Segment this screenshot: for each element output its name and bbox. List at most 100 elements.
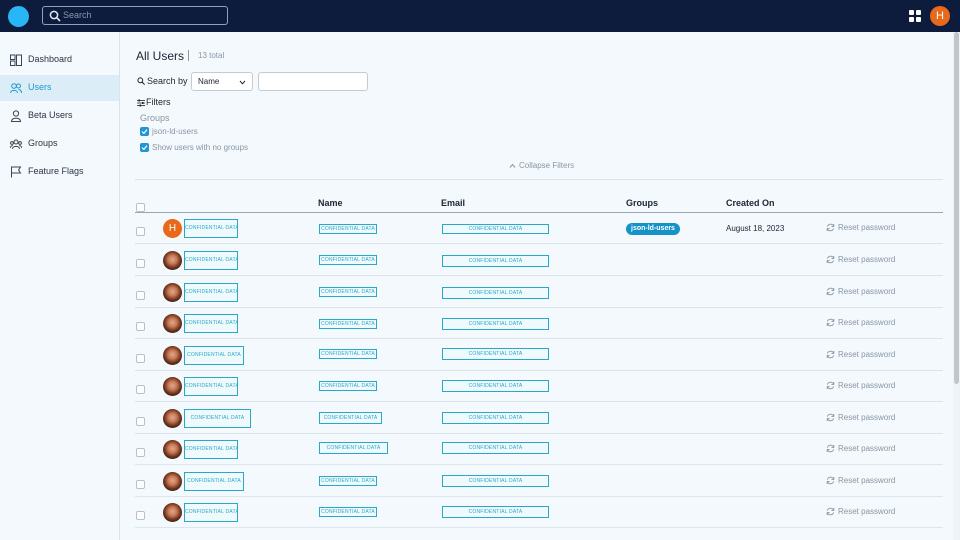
row-checkbox[interactable] [136, 354, 145, 363]
redacted-name: CONFIDENTIAL DATA [319, 507, 377, 517]
sidebar-item-users[interactable]: Users [0, 75, 119, 101]
redacted-email: CONFIDENTIAL DATA [442, 287, 549, 299]
filters-icon [137, 99, 145, 107]
column-header-created-on[interactable]: Created On [726, 198, 775, 208]
reset-password-button[interactable]: Reset password [838, 318, 895, 327]
sidebar-item-groups[interactable]: Groups [0, 131, 119, 157]
table-row[interactable]: CONFIDENTIAL DATA CONFIDENTIAL DATA CONF… [135, 340, 943, 371]
redacted-name: CONFIDENTIAL DATA [319, 287, 377, 297]
row-checkbox[interactable] [136, 227, 145, 236]
reset-password-button[interactable]: Reset password [838, 350, 895, 359]
redacted-email: CONFIDENTIAL DATA [442, 255, 549, 267]
table-row[interactable]: CONFIDENTIAL DATA CONFIDENTIAL DATA CONF… [135, 497, 943, 528]
check-icon [141, 129, 148, 135]
redacted-username: CONFIDENTIAL DATA [184, 472, 244, 491]
table-row[interactable]: CONFIDENTIAL DATA CONFIDENTIAL DATA CONF… [135, 466, 943, 497]
row-checkbox[interactable] [136, 417, 145, 426]
redacted-name: CONFIDENTIAL DATA [319, 319, 377, 329]
refresh-icon [826, 476, 835, 485]
reset-password-button[interactable]: Reset password [838, 476, 895, 485]
page-title: All Users [136, 49, 185, 63]
sidebar-item-dashboard[interactable]: Dashboard [0, 47, 119, 73]
chevron-up-icon [509, 163, 516, 168]
reset-password-button[interactable]: Reset password [838, 287, 895, 296]
apps-grid-icon[interactable] [909, 10, 921, 22]
sidebar-item-label: Feature Flags [28, 166, 84, 176]
refresh-icon [826, 350, 835, 359]
app-logo[interactable] [8, 6, 29, 27]
redacted-email: CONFIDENTIAL DATA [442, 506, 549, 518]
redacted-username: CONFIDENTIAL DATA [184, 314, 238, 333]
check-icon [141, 145, 148, 151]
dashboard-icon [10, 54, 22, 66]
reset-password-button[interactable]: Reset password [838, 381, 895, 390]
row-checkbox[interactable] [136, 448, 145, 457]
sidebar-item-label: Beta Users [28, 110, 73, 120]
row-checkbox[interactable] [136, 259, 145, 268]
top-bar: Search H [0, 0, 960, 32]
main-content: All Users 13 total Search by Name Filter… [120, 32, 953, 540]
redacted-name: CONFIDENTIAL DATA [319, 224, 377, 234]
filter-checkbox-no-groups[interactable] [140, 143, 149, 152]
search-by-select[interactable]: Name [191, 72, 253, 91]
column-header-groups[interactable]: Groups [626, 198, 658, 208]
search-users-input[interactable] [258, 72, 368, 91]
redacted-email: CONFIDENTIAL DATA [442, 475, 549, 487]
row-checkbox[interactable] [136, 385, 145, 394]
redacted-username: CONFIDENTIAL DATA [184, 251, 238, 270]
filters-label[interactable]: Filters [146, 97, 171, 107]
search-by-selected-value: Name [198, 77, 220, 86]
table-row[interactable]: CONFIDENTIAL DATA CONFIDENTIAL DATA CONF… [135, 245, 943, 276]
redacted-email: CONFIDENTIAL DATA [442, 224, 549, 234]
redacted-name: CONFIDENTIAL DATA [319, 381, 377, 391]
table-row[interactable]: CONFIDENTIAL DATA CONFIDENTIAL DATA CONF… [135, 403, 943, 434]
user-avatar[interactable]: H [930, 6, 950, 26]
redacted-email: CONFIDENTIAL DATA [442, 348, 549, 360]
column-header-email[interactable]: Email [441, 198, 465, 208]
user-avatar [163, 377, 182, 396]
collapse-filters-link[interactable]: Collapse Filters [519, 161, 574, 170]
redacted-username: CONFIDENTIAL DATA [184, 440, 238, 459]
redacted-name: CONFIDENTIAL DATA [319, 442, 388, 454]
sidebar-item-beta-users[interactable]: Beta Users [0, 103, 119, 129]
reset-password-button[interactable]: Reset password [838, 255, 895, 264]
refresh-icon [826, 318, 835, 327]
redacted-name: CONFIDENTIAL DATA [319, 349, 377, 359]
reset-password-button[interactable]: Reset password [838, 444, 895, 453]
refresh-icon [826, 287, 835, 296]
search-by-label: Search by [147, 76, 188, 86]
row-checkbox[interactable] [136, 322, 145, 331]
select-all-checkbox[interactable] [136, 203, 145, 212]
created-on-date: August 18, 2023 [726, 224, 785, 233]
scrollbar-thumb[interactable] [954, 32, 959, 384]
reset-password-button[interactable]: Reset password [838, 223, 895, 232]
table-row[interactable]: CONFIDENTIAL DATA CONFIDENTIAL DATA CONF… [135, 308, 943, 339]
column-header-name[interactable]: Name [318, 198, 343, 208]
table-row[interactable]: CONFIDENTIAL DATA CONFIDENTIAL DATA CONF… [135, 277, 943, 308]
row-checkbox[interactable] [136, 511, 145, 520]
divider [135, 179, 943, 180]
table-row[interactable]: H CONFIDENTIAL DATA CONFIDENTIAL DATA CO… [135, 213, 943, 244]
row-checkbox[interactable] [136, 480, 145, 489]
reset-password-button[interactable]: Reset password [838, 413, 895, 422]
sidebar-item-feature-flags[interactable]: Feature Flags [0, 159, 119, 185]
row-checkbox[interactable] [136, 291, 145, 300]
global-search-input[interactable]: Search [42, 6, 228, 25]
refresh-icon [826, 255, 835, 264]
refresh-icon [826, 444, 835, 453]
redacted-username: CONFIDENTIAL DATA [184, 283, 238, 302]
search-icon [49, 10, 61, 22]
reset-password-button[interactable]: Reset password [838, 507, 895, 516]
table-row[interactable]: CONFIDENTIAL DATA CONFIDENTIAL DATA CONF… [135, 371, 943, 402]
user-avatar [163, 503, 182, 522]
search-placeholder: Search [63, 10, 92, 20]
user-avatar [163, 283, 182, 302]
table-row[interactable]: CONFIDENTIAL DATA CONFIDENTIAL DATA CONF… [135, 434, 943, 465]
user-avatar [163, 472, 182, 491]
groups-filter-label: Groups [140, 113, 170, 123]
refresh-icon [826, 223, 835, 232]
redacted-username: CONFIDENTIAL DATA [184, 346, 244, 365]
page-scrollbar[interactable] [953, 32, 960, 540]
filter-checkbox-json-ld-users[interactable] [140, 127, 149, 136]
title-separator [188, 50, 189, 61]
